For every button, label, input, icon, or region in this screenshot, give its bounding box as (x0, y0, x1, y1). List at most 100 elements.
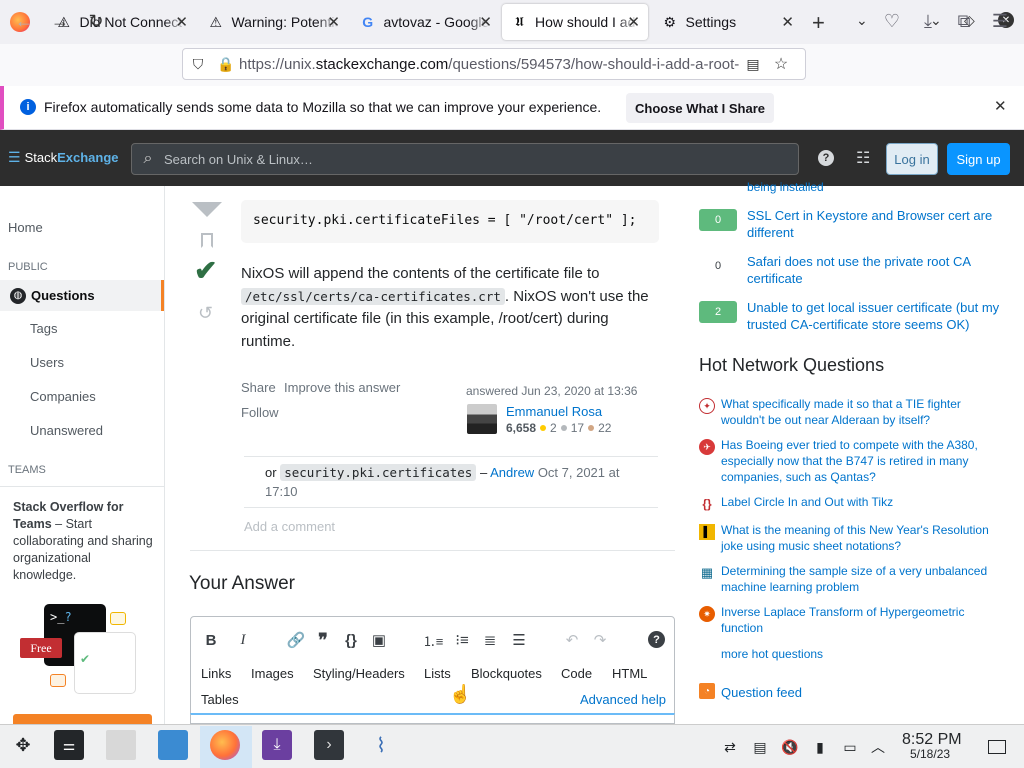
add-comment-link[interactable]: Add a comment (244, 519, 335, 534)
help-tab-blockquotes[interactable]: Blockquotes (471, 666, 542, 681)
related-question-title[interactable]: being installed (747, 179, 1002, 196)
help-icon[interactable]: ? (818, 150, 834, 166)
downvote-icon[interactable] (192, 202, 222, 217)
new-tab-button[interactable]: + (812, 10, 825, 36)
question-feed-link[interactable]: Question feed (721, 684, 976, 701)
app-launcher-icon[interactable]: ✥ (8, 730, 38, 760)
choose-what-i-share-button[interactable]: Choose What I Share (626, 93, 774, 123)
close-icon[interactable]: ✕ (781, 13, 794, 31)
site-search-input[interactable]: ⌕ Search on Unix & Linux… (131, 143, 799, 175)
extensions-icon[interactable]: ⧉ (952, 9, 976, 33)
close-icon[interactable]: ✕ (994, 97, 1007, 115)
chevron-up-icon[interactable]: ︿ (868, 737, 888, 757)
heading-icon[interactable]: ≣ (479, 629, 501, 651)
hot-question-link[interactable]: Inverse Laplace Transform of Hypergeomet… (721, 604, 1001, 636)
tab-avtovaz[interactable]: G avtovaz - Google ✕ (350, 4, 500, 40)
file-icon[interactable] (106, 730, 136, 760)
pocket-icon[interactable]: ♡ (880, 9, 904, 33)
login-button[interactable]: Log in (886, 143, 938, 175)
signup-button[interactable]: Sign up (947, 143, 1010, 175)
lock-icon[interactable]: 🔒 (213, 56, 239, 73)
history-icon[interactable]: ↺ (198, 303, 213, 324)
nav-questions[interactable]: ◍ Questions (0, 280, 164, 311)
hot-question-link[interactable]: Determining the sample size of a very un… (721, 563, 1001, 595)
nav-companies[interactable]: Companies (30, 389, 96, 404)
horizontal-rule-icon[interactable]: ☰ (508, 629, 530, 651)
firefox-icon[interactable] (210, 730, 240, 760)
follow-link[interactable]: Follow (241, 405, 279, 420)
undo-icon[interactable]: ↶ (561, 629, 583, 651)
bookmark-icon[interactable] (201, 233, 213, 248)
editor-textarea[interactable] (190, 713, 675, 724)
help-icon[interactable]: ? (648, 631, 665, 648)
volume-muted-icon[interactable]: 🔇 (780, 737, 800, 757)
stackexchange-logo[interactable]: ☰ Stack Exchange (8, 149, 119, 166)
network-icon[interactable]: ⇄ (720, 737, 740, 757)
numbered-list-icon[interactable]: ⒈≡ (422, 629, 444, 651)
link-icon[interactable]: 🔗 (285, 629, 307, 651)
back-icon[interactable]: ← (12, 9, 36, 33)
close-icon[interactable]: ✕ (479, 13, 492, 31)
download-manager-icon[interactable]: ⤓ (262, 730, 292, 760)
battery-icon[interactable]: ▮ (810, 737, 830, 757)
bookmark-star-icon[interactable]: ☆ (767, 54, 795, 74)
help-tab-images[interactable]: Images (251, 666, 294, 681)
hot-question-link[interactable]: What specifically made it so that a TIE … (721, 396, 1001, 428)
site-switcher-icon[interactable]: ☷ (856, 148, 870, 168)
hot-question-link[interactable]: Label Circle In and Out with Tikz (721, 494, 1001, 510)
close-icon[interactable]: ✕ (327, 13, 340, 31)
shield-icon[interactable]: ⛉ (183, 56, 213, 73)
settings-app-icon[interactable]: ⚌ (54, 730, 84, 760)
avatar[interactable] (467, 404, 497, 434)
more-hot-questions-link[interactable]: more hot questions (721, 646, 1001, 662)
related-question-title[interactable]: Unable to get local issuer certificate (… (747, 299, 1002, 333)
help-tab-html[interactable]: HTML (612, 666, 647, 681)
clock-date[interactable]: 5/18/23 (910, 747, 950, 761)
info-icon: i (20, 99, 36, 115)
terminal-icon[interactable]: › (314, 730, 344, 760)
help-tab-styling[interactable]: Styling/Headers (313, 666, 405, 681)
tab-how-should-i-add-root[interactable]: 𝖀 How should I add a root ✕ (502, 4, 648, 40)
close-icon[interactable]: ✕ (627, 13, 640, 31)
bold-icon[interactable]: B (200, 629, 222, 651)
share-link[interactable]: Share (241, 380, 276, 395)
download-icon[interactable]: ⤓ (916, 9, 940, 33)
clipboard-icon[interactable]: ▤ (750, 737, 770, 757)
folder-icon[interactable] (158, 730, 188, 760)
help-tab-lists[interactable]: Lists (424, 666, 451, 681)
related-question-title[interactable]: SSL Cert in Keystore and Browser cert ar… (747, 207, 1002, 241)
menu-icon[interactable]: ☰ (988, 9, 1012, 33)
display-icon[interactable]: ▭ (840, 737, 860, 757)
close-icon[interactable]: ✕ (175, 13, 188, 31)
hot-question-link[interactable]: What is the meaning of this New Year's R… (721, 522, 1001, 554)
nav-home[interactable]: Home (8, 220, 43, 235)
blockquote-icon[interactable]: ❞ (312, 629, 334, 651)
code-icon[interactable]: {} (340, 629, 362, 651)
italic-icon[interactable]: I (232, 629, 254, 651)
wireshark-icon[interactable]: ⌇ (366, 730, 396, 760)
teams-cta-button[interactable] (13, 714, 152, 724)
advanced-help-link[interactable]: Advanced help (580, 692, 666, 707)
help-tab-code[interactable]: Code (561, 666, 592, 681)
list-tabs-icon[interactable]: ⌄ (856, 12, 868, 29)
improve-answer-link[interactable]: Improve this answer (284, 380, 400, 395)
nav-users[interactable]: Users (30, 355, 64, 370)
tab-warning[interactable]: ⚠ Warning: Potential ✕ (198, 4, 348, 40)
comment-author[interactable]: Andrew (490, 465, 534, 480)
author-name[interactable]: Emmanuel Rosa (506, 404, 602, 419)
reload-icon[interactable]: ↻ (84, 9, 108, 33)
nav-unanswered[interactable]: Unanswered (30, 423, 103, 438)
redo-icon[interactable]: ↷ (589, 629, 611, 651)
hot-question-link[interactable]: Has Boeing ever tried to compete with th… (721, 437, 1001, 485)
forward-icon[interactable]: → (48, 9, 72, 33)
show-desktop-icon[interactable] (988, 740, 1006, 754)
nav-tags[interactable]: Tags (30, 321, 57, 336)
reader-view-icon[interactable]: ▤ (739, 56, 767, 73)
url-bar[interactable]: ⛉ 🔒 https://unix.stackexchange.com/quest… (182, 48, 806, 80)
related-question-title[interactable]: Safari does not use the private root CA … (747, 253, 1002, 287)
help-tab-tables[interactable]: Tables (201, 692, 239, 707)
bulleted-list-icon[interactable]: ⁝≡ (451, 629, 473, 651)
help-tab-links[interactable]: Links (201, 666, 231, 681)
image-icon[interactable]: ▣ (368, 629, 390, 651)
tab-settings[interactable]: ⚙ Settings ✕ (652, 4, 802, 40)
